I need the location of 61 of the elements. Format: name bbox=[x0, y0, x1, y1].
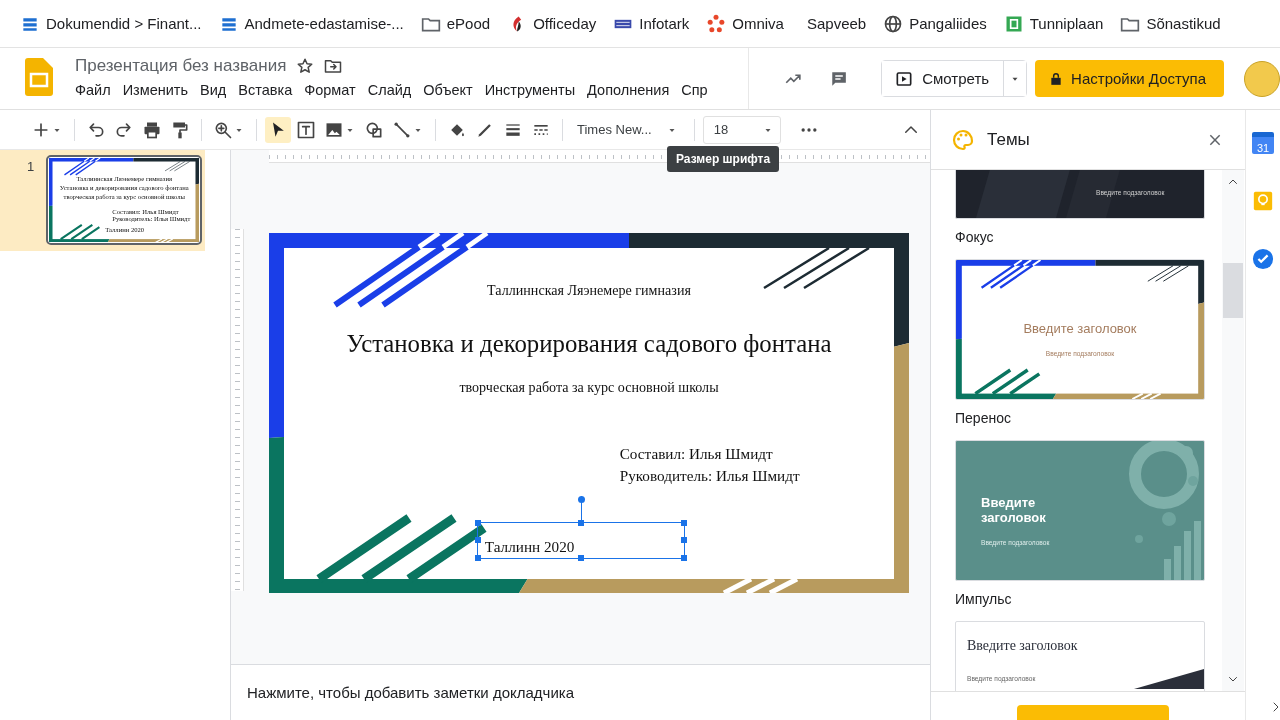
share-button[interactable]: Настройки Доступа bbox=[1035, 60, 1224, 97]
bookmark-link[interactable]: Infotark bbox=[613, 13, 690, 34]
dots-ring-icon bbox=[706, 13, 727, 34]
resize-handle[interactable] bbox=[474, 554, 481, 561]
slide-text: Составил: Илья Шмидт bbox=[619, 445, 773, 464]
resize-handle[interactable] bbox=[474, 519, 481, 526]
menu-item[interactable]: Слайд bbox=[367, 82, 419, 98]
bookmark-link[interactable]: Omniva bbox=[706, 13, 784, 34]
slide-text: творческая работа за курс основной школы bbox=[458, 378, 720, 396]
font-size-field[interactable]: 18 bbox=[702, 115, 782, 144]
theme-name: Фокус bbox=[955, 228, 995, 247]
bookmark-link[interactable]: Sapveeb bbox=[800, 15, 867, 32]
menu-item[interactable]: Объект bbox=[423, 82, 480, 98]
resize-handle[interactable] bbox=[577, 554, 584, 561]
theme-name: Перенос bbox=[955, 409, 1012, 428]
theme-title: Введите заголовок bbox=[967, 638, 1078, 654]
tooltip: Размер шрифта bbox=[667, 146, 780, 172]
menu-item[interactable]: Вид bbox=[200, 82, 234, 98]
palette-icon bbox=[951, 127, 975, 152]
bookmark-link[interactable]: Tunniplaan bbox=[1003, 13, 1104, 34]
theme-title: Введите заголовок bbox=[981, 495, 1047, 525]
font-dropdown[interactable]: Times New... bbox=[571, 116, 686, 143]
menu-item[interactable]: Инструменты bbox=[484, 82, 583, 98]
resize-handle[interactable] bbox=[680, 554, 687, 561]
star-icon[interactable] bbox=[296, 57, 315, 75]
lock-icon bbox=[1049, 70, 1064, 87]
theme-name: Импульс bbox=[955, 590, 1013, 609]
slide-text: Таллинн 2020 bbox=[484, 537, 575, 556]
folder-icon[interactable] bbox=[324, 57, 343, 75]
slide-text: Руководитель: Илья Шмидт bbox=[619, 467, 800, 486]
menu-item[interactable]: Изменить bbox=[122, 82, 196, 98]
menu-item[interactable]: Дополнения bbox=[587, 82, 677, 98]
bookmark-link[interactable]: Dokumendid > Finant... bbox=[20, 13, 202, 34]
resize-handle[interactable] bbox=[474, 537, 481, 544]
document-title[interactable]: Презентация без названия bbox=[75, 56, 287, 76]
panel-title: Темы bbox=[987, 129, 1030, 150]
theme-title: Введите заголовок bbox=[1022, 321, 1138, 336]
speaker-notes-field[interactable]: Нажмите, чтобы добавить заметки докладчика bbox=[231, 664, 930, 720]
scrollbar-thumb[interactable] bbox=[1223, 263, 1243, 318]
bookmark-link[interactable]: Andmete-edastamise-... bbox=[218, 13, 404, 34]
tasks-icon[interactable] bbox=[1252, 248, 1274, 270]
resize-handle[interactable] bbox=[680, 537, 687, 544]
text-box-icon bbox=[296, 119, 316, 140]
play-icon bbox=[896, 70, 913, 87]
menu-item[interactable]: Файл bbox=[75, 82, 118, 98]
slide-text: Таллиннская Ляэнемере гимназия bbox=[486, 281, 692, 299]
bookmark-link[interactable]: Officeday bbox=[507, 13, 597, 34]
bookmark-link[interactable]: Pangaliides bbox=[883, 13, 987, 34]
bookmark-link[interactable]: ePood bbox=[420, 13, 491, 34]
calendar-icon[interactable]: 31 bbox=[1252, 132, 1274, 154]
triangle-drawing bbox=[1134, 669, 1204, 689]
bookmark-link[interactable]: Sõnastikud bbox=[1120, 13, 1221, 34]
tool-button[interactable] bbox=[265, 116, 291, 143]
menu-item[interactable]: Формат bbox=[304, 82, 363, 98]
slide-title: Установка и декорирования садового фонтана bbox=[345, 330, 833, 359]
menu-item[interactable]: Спр bbox=[681, 82, 715, 98]
menu-item[interactable]: Вставка bbox=[238, 82, 300, 98]
globe-icon bbox=[883, 13, 904, 34]
slide-number: 1 bbox=[27, 158, 35, 176]
resize-handle[interactable] bbox=[680, 519, 687, 526]
present-button[interactable]: Смотреть bbox=[882, 61, 1005, 96]
